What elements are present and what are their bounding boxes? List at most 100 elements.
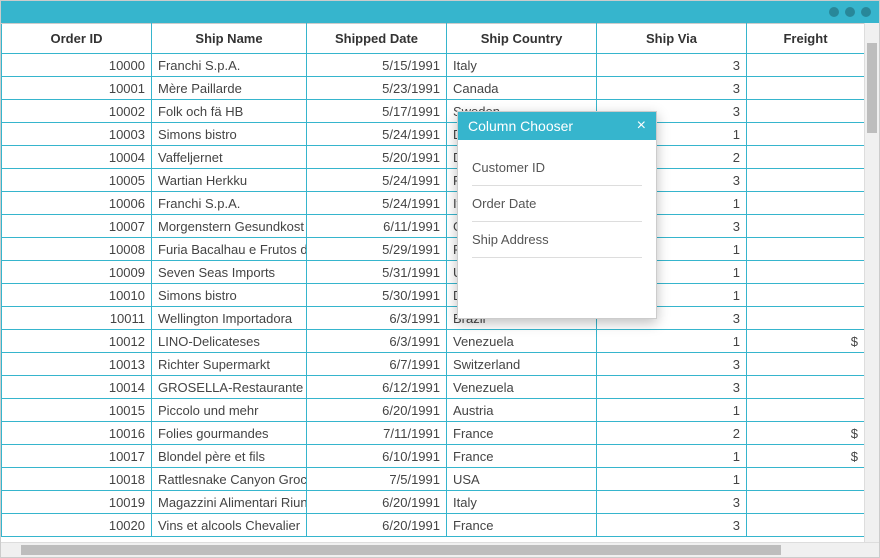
window-control-max-icon[interactable] (845, 7, 855, 17)
cell-order-id: 10019 (2, 491, 152, 514)
cell-ship-name: Blondel père et fils (152, 445, 307, 468)
cell-order-id: 10013 (2, 353, 152, 376)
cell-ship-country: Canada (447, 77, 597, 100)
cell-order-id: 10005 (2, 169, 152, 192)
col-header-ship-name[interactable]: Ship Name (152, 24, 307, 54)
cell-freight: $ (747, 330, 865, 353)
cell-shipped-date: 6/11/1991 (307, 215, 447, 238)
cell-shipped-date: 5/23/1991 (307, 77, 447, 100)
col-header-order-id[interactable]: Order ID (2, 24, 152, 54)
cell-freight (747, 192, 865, 215)
cell-ship-country: France (447, 422, 597, 445)
cell-freight (747, 238, 865, 261)
grid-viewport[interactable]: Order ID Ship Name Shipped Date Ship Cou… (1, 23, 864, 542)
cell-freight (747, 123, 865, 146)
cell-order-id: 10006 (2, 192, 152, 215)
vertical-scroll-thumb[interactable] (867, 43, 877, 133)
horizontal-scroll-thumb[interactable] (21, 545, 781, 555)
table-row[interactable]: 10014GROSELLA-Restaurante6/12/1991Venezu… (2, 376, 865, 399)
cell-ship-name: Morgenstern Gesundkost (152, 215, 307, 238)
cell-shipped-date: 7/11/1991 (307, 422, 447, 445)
cell-ship-name: Mère Paillarde (152, 77, 307, 100)
cell-order-id: 10004 (2, 146, 152, 169)
grid-container: Order ID Ship Name Shipped Date Ship Cou… (1, 23, 879, 542)
cell-freight (747, 353, 865, 376)
cell-shipped-date: 5/24/1991 (307, 192, 447, 215)
cell-ship-country: Switzerland (447, 353, 597, 376)
table-row[interactable]: 10007Morgenstern Gesundkost6/11/1991Germ… (2, 215, 865, 238)
col-header-ship-via[interactable]: Ship Via (597, 24, 747, 54)
cell-ship-via: 3 (597, 376, 747, 399)
table-row[interactable]: 10016Folies gourmandes7/11/1991France2$ (2, 422, 865, 445)
chooser-item-ship-address[interactable]: Ship Address (472, 222, 642, 258)
cell-ship-name: Simons bistro (152, 123, 307, 146)
table-row[interactable]: 10012LINO-Delicateses6/3/1991Venezuela1$ (2, 330, 865, 353)
table-row[interactable]: 10017Blondel père et fils6/10/1991France… (2, 445, 865, 468)
cell-shipped-date: 5/29/1991 (307, 238, 447, 261)
close-icon[interactable]: × (637, 118, 646, 134)
cell-freight: $ (747, 445, 865, 468)
window-control-close-icon[interactable] (861, 7, 871, 17)
cell-ship-country: Italy (447, 54, 597, 77)
table-row[interactable]: 10019Magazzini Alimentari Riunit6/20/199… (2, 491, 865, 514)
table-row[interactable]: 10008Furia Bacalhau e Frutos do M5/29/19… (2, 238, 865, 261)
cell-ship-country: Italy (447, 491, 597, 514)
chooser-item-order-date[interactable]: Order Date (472, 186, 642, 222)
cell-shipped-date: 5/31/1991 (307, 261, 447, 284)
column-chooser-body: Customer ID Order Date Ship Address (458, 140, 656, 318)
col-header-ship-country[interactable]: Ship Country (447, 24, 597, 54)
cell-ship-via: 3 (597, 514, 747, 537)
cell-order-id: 10002 (2, 100, 152, 123)
col-header-shipped-date[interactable]: Shipped Date (307, 24, 447, 54)
table-row[interactable]: 10003Simons bistro5/24/1991Denmark1 (2, 123, 865, 146)
cell-freight (747, 514, 865, 537)
table-row[interactable]: 10010Simons bistro5/30/1991Denmark1 (2, 284, 865, 307)
table-row[interactable]: 10006Franchi S.p.A.5/24/1991Italy1 (2, 192, 865, 215)
cell-ship-name: Vaffeljernet (152, 146, 307, 169)
horizontal-scrollbar[interactable] (1, 542, 879, 557)
col-header-freight[interactable]: Freight (747, 24, 865, 54)
cell-order-id: 10003 (2, 123, 152, 146)
cell-freight (747, 491, 865, 514)
table-row[interactable]: 10018Rattlesnake Canyon Grocery7/5/1991U… (2, 468, 865, 491)
table-row[interactable]: 10015Piccolo und mehr6/20/1991Austria1 (2, 399, 865, 422)
table-row[interactable]: 10013Richter Supermarkt6/7/1991Switzerla… (2, 353, 865, 376)
cell-shipped-date: 5/17/1991 (307, 100, 447, 123)
cell-ship-country: Austria (447, 399, 597, 422)
window-control-min-icon[interactable] (829, 7, 839, 17)
column-chooser-header[interactable]: Column Chooser × (458, 112, 656, 140)
cell-ship-name: Piccolo und mehr (152, 399, 307, 422)
cell-freight (747, 169, 865, 192)
chooser-item-customer-id[interactable]: Customer ID (472, 150, 642, 186)
cell-ship-name: Magazzini Alimentari Riunit (152, 491, 307, 514)
cell-ship-country: USA (447, 468, 597, 491)
vertical-scrollbar[interactable] (864, 23, 879, 542)
cell-shipped-date: 5/24/1991 (307, 169, 447, 192)
cell-ship-via: 1 (597, 445, 747, 468)
cell-ship-name: Seven Seas Imports (152, 261, 307, 284)
table-row[interactable]: 10000Franchi S.p.A.5/15/1991Italy3 (2, 54, 865, 77)
cell-freight (747, 468, 865, 491)
cell-shipped-date: 6/7/1991 (307, 353, 447, 376)
cell-ship-via: 3 (597, 77, 747, 100)
cell-ship-name: Franchi S.p.A. (152, 192, 307, 215)
table-row[interactable]: 10004Vaffeljernet5/20/1991Denmark2 (2, 146, 865, 169)
cell-ship-name: LINO-Delicateses (152, 330, 307, 353)
table-row[interactable]: 10001Mère Paillarde5/23/1991Canada3 (2, 77, 865, 100)
cell-shipped-date: 6/3/1991 (307, 330, 447, 353)
table-row[interactable]: 10002Folk och fä HB5/17/1991Sweden3 (2, 100, 865, 123)
table-row[interactable]: 10009Seven Seas Imports5/31/1991UK1 (2, 261, 865, 284)
cell-freight (747, 376, 865, 399)
data-grid: Order ID Ship Name Shipped Date Ship Cou… (1, 23, 864, 537)
cell-order-id: 10017 (2, 445, 152, 468)
cell-order-id: 10012 (2, 330, 152, 353)
column-chooser-popup: Column Chooser × Customer ID Order Date … (457, 111, 657, 319)
table-row[interactable]: 10011Wellington Importadora6/3/1991Brazi… (2, 307, 865, 330)
table-row[interactable]: 10020Vins et alcools Chevalier6/20/1991F… (2, 514, 865, 537)
cell-shipped-date: 6/12/1991 (307, 376, 447, 399)
titlebar (1, 1, 879, 23)
cell-ship-name: Vins et alcools Chevalier (152, 514, 307, 537)
cell-ship-country: France (447, 445, 597, 468)
cell-freight (747, 215, 865, 238)
table-row[interactable]: 10005Wartian Herkku5/24/1991Finland3 (2, 169, 865, 192)
